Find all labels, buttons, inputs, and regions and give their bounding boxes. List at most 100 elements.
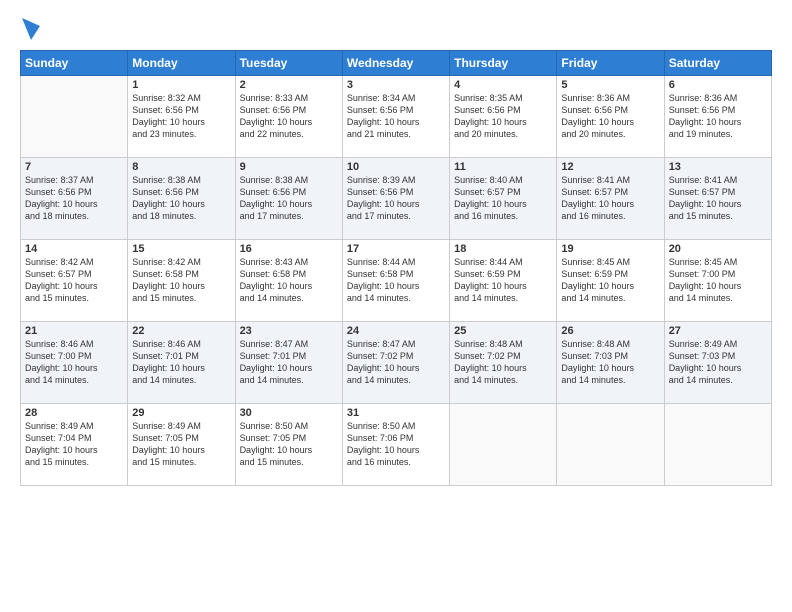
week-row-5: 28Sunrise: 8:49 AM Sunset: 7:04 PM Dayli… xyxy=(21,404,772,486)
day-info: Sunrise: 8:32 AM Sunset: 6:56 PM Dayligh… xyxy=(132,92,230,141)
day-info: Sunrise: 8:41 AM Sunset: 6:57 PM Dayligh… xyxy=(669,174,767,223)
day-info: Sunrise: 8:38 AM Sunset: 6:56 PM Dayligh… xyxy=(240,174,338,223)
day-info: Sunrise: 8:42 AM Sunset: 6:58 PM Dayligh… xyxy=(132,256,230,305)
calendar: SundayMondayTuesdayWednesdayThursdayFrid… xyxy=(20,50,772,486)
day-number: 28 xyxy=(25,407,123,419)
day-number: 7 xyxy=(25,161,123,173)
day-cell xyxy=(557,404,664,486)
day-cell: 28Sunrise: 8:49 AM Sunset: 7:04 PM Dayli… xyxy=(21,404,128,486)
day-cell: 16Sunrise: 8:43 AM Sunset: 6:58 PM Dayli… xyxy=(235,240,342,322)
day-cell: 14Sunrise: 8:42 AM Sunset: 6:57 PM Dayli… xyxy=(21,240,128,322)
day-header-thursday: Thursday xyxy=(450,51,557,76)
day-info: Sunrise: 8:36 AM Sunset: 6:56 PM Dayligh… xyxy=(669,92,767,141)
day-cell: 20Sunrise: 8:45 AM Sunset: 7:00 PM Dayli… xyxy=(664,240,771,322)
day-info: Sunrise: 8:35 AM Sunset: 6:56 PM Dayligh… xyxy=(454,92,552,141)
day-number: 11 xyxy=(454,161,552,173)
day-cell xyxy=(450,404,557,486)
day-number: 21 xyxy=(25,325,123,337)
day-cell: 17Sunrise: 8:44 AM Sunset: 6:58 PM Dayli… xyxy=(342,240,449,322)
day-number: 12 xyxy=(561,161,659,173)
day-number: 23 xyxy=(240,325,338,337)
day-cell: 11Sunrise: 8:40 AM Sunset: 6:57 PM Dayli… xyxy=(450,158,557,240)
day-cell xyxy=(21,76,128,158)
day-cell: 10Sunrise: 8:39 AM Sunset: 6:56 PM Dayli… xyxy=(342,158,449,240)
logo-icon xyxy=(22,18,40,40)
day-number: 17 xyxy=(347,243,445,255)
day-number: 22 xyxy=(132,325,230,337)
day-info: Sunrise: 8:48 AM Sunset: 7:03 PM Dayligh… xyxy=(561,338,659,387)
day-info: Sunrise: 8:41 AM Sunset: 6:57 PM Dayligh… xyxy=(561,174,659,223)
day-cell: 22Sunrise: 8:46 AM Sunset: 7:01 PM Dayli… xyxy=(128,322,235,404)
day-cell: 6Sunrise: 8:36 AM Sunset: 6:56 PM Daylig… xyxy=(664,76,771,158)
day-cell: 4Sunrise: 8:35 AM Sunset: 6:56 PM Daylig… xyxy=(450,76,557,158)
day-number: 5 xyxy=(561,79,659,91)
day-info: Sunrise: 8:49 AM Sunset: 7:04 PM Dayligh… xyxy=(25,420,123,469)
day-header-wednesday: Wednesday xyxy=(342,51,449,76)
day-cell: 19Sunrise: 8:45 AM Sunset: 6:59 PM Dayli… xyxy=(557,240,664,322)
day-number: 25 xyxy=(454,325,552,337)
day-cell: 1Sunrise: 8:32 AM Sunset: 6:56 PM Daylig… xyxy=(128,76,235,158)
day-info: Sunrise: 8:39 AM Sunset: 6:56 PM Dayligh… xyxy=(347,174,445,223)
day-header-tuesday: Tuesday xyxy=(235,51,342,76)
day-number: 6 xyxy=(669,79,767,91)
day-number: 19 xyxy=(561,243,659,255)
day-number: 4 xyxy=(454,79,552,91)
day-cell: 24Sunrise: 8:47 AM Sunset: 7:02 PM Dayli… xyxy=(342,322,449,404)
day-number: 26 xyxy=(561,325,659,337)
day-info: Sunrise: 8:36 AM Sunset: 6:56 PM Dayligh… xyxy=(561,92,659,141)
day-number: 14 xyxy=(25,243,123,255)
week-row-1: 1Sunrise: 8:32 AM Sunset: 6:56 PM Daylig… xyxy=(21,76,772,158)
day-info: Sunrise: 8:38 AM Sunset: 6:56 PM Dayligh… xyxy=(132,174,230,223)
header-row: SundayMondayTuesdayWednesdayThursdayFrid… xyxy=(21,51,772,76)
day-info: Sunrise: 8:45 AM Sunset: 7:00 PM Dayligh… xyxy=(669,256,767,305)
day-info: Sunrise: 8:49 AM Sunset: 7:03 PM Dayligh… xyxy=(669,338,767,387)
day-cell: 7Sunrise: 8:37 AM Sunset: 6:56 PM Daylig… xyxy=(21,158,128,240)
day-header-saturday: Saturday xyxy=(664,51,771,76)
day-cell: 18Sunrise: 8:44 AM Sunset: 6:59 PM Dayli… xyxy=(450,240,557,322)
day-cell: 15Sunrise: 8:42 AM Sunset: 6:58 PM Dayli… xyxy=(128,240,235,322)
day-info: Sunrise: 8:45 AM Sunset: 6:59 PM Dayligh… xyxy=(561,256,659,305)
day-cell: 13Sunrise: 8:41 AM Sunset: 6:57 PM Dayli… xyxy=(664,158,771,240)
day-info: Sunrise: 8:44 AM Sunset: 6:59 PM Dayligh… xyxy=(454,256,552,305)
day-number: 18 xyxy=(454,243,552,255)
day-number: 15 xyxy=(132,243,230,255)
page: SundayMondayTuesdayWednesdayThursdayFrid… xyxy=(0,0,792,612)
day-info: Sunrise: 8:48 AM Sunset: 7:02 PM Dayligh… xyxy=(454,338,552,387)
day-number: 30 xyxy=(240,407,338,419)
day-number: 9 xyxy=(240,161,338,173)
header xyxy=(20,18,772,40)
day-info: Sunrise: 8:34 AM Sunset: 6:56 PM Dayligh… xyxy=(347,92,445,141)
day-cell: 29Sunrise: 8:49 AM Sunset: 7:05 PM Dayli… xyxy=(128,404,235,486)
day-number: 8 xyxy=(132,161,230,173)
day-number: 20 xyxy=(669,243,767,255)
day-header-sunday: Sunday xyxy=(21,51,128,76)
day-cell: 9Sunrise: 8:38 AM Sunset: 6:56 PM Daylig… xyxy=(235,158,342,240)
week-row-2: 7Sunrise: 8:37 AM Sunset: 6:56 PM Daylig… xyxy=(21,158,772,240)
day-cell: 21Sunrise: 8:46 AM Sunset: 7:00 PM Dayli… xyxy=(21,322,128,404)
day-cell: 27Sunrise: 8:49 AM Sunset: 7:03 PM Dayli… xyxy=(664,322,771,404)
day-info: Sunrise: 8:43 AM Sunset: 6:58 PM Dayligh… xyxy=(240,256,338,305)
logo xyxy=(20,18,40,40)
day-header-friday: Friday xyxy=(557,51,664,76)
day-cell: 2Sunrise: 8:33 AM Sunset: 6:56 PM Daylig… xyxy=(235,76,342,158)
day-number: 31 xyxy=(347,407,445,419)
day-info: Sunrise: 8:47 AM Sunset: 7:02 PM Dayligh… xyxy=(347,338,445,387)
day-cell: 31Sunrise: 8:50 AM Sunset: 7:06 PM Dayli… xyxy=(342,404,449,486)
day-info: Sunrise: 8:46 AM Sunset: 7:01 PM Dayligh… xyxy=(132,338,230,387)
day-info: Sunrise: 8:49 AM Sunset: 7:05 PM Dayligh… xyxy=(132,420,230,469)
day-cell: 25Sunrise: 8:48 AM Sunset: 7:02 PM Dayli… xyxy=(450,322,557,404)
day-number: 27 xyxy=(669,325,767,337)
day-cell: 8Sunrise: 8:38 AM Sunset: 6:56 PM Daylig… xyxy=(128,158,235,240)
day-cell xyxy=(664,404,771,486)
day-number: 1 xyxy=(132,79,230,91)
day-info: Sunrise: 8:50 AM Sunset: 7:06 PM Dayligh… xyxy=(347,420,445,469)
day-cell: 23Sunrise: 8:47 AM Sunset: 7:01 PM Dayli… xyxy=(235,322,342,404)
day-info: Sunrise: 8:33 AM Sunset: 6:56 PM Dayligh… xyxy=(240,92,338,141)
day-cell: 5Sunrise: 8:36 AM Sunset: 6:56 PM Daylig… xyxy=(557,76,664,158)
day-info: Sunrise: 8:50 AM Sunset: 7:05 PM Dayligh… xyxy=(240,420,338,469)
day-cell: 30Sunrise: 8:50 AM Sunset: 7:05 PM Dayli… xyxy=(235,404,342,486)
day-number: 29 xyxy=(132,407,230,419)
day-info: Sunrise: 8:37 AM Sunset: 6:56 PM Dayligh… xyxy=(25,174,123,223)
day-info: Sunrise: 8:47 AM Sunset: 7:01 PM Dayligh… xyxy=(240,338,338,387)
day-info: Sunrise: 8:40 AM Sunset: 6:57 PM Dayligh… xyxy=(454,174,552,223)
